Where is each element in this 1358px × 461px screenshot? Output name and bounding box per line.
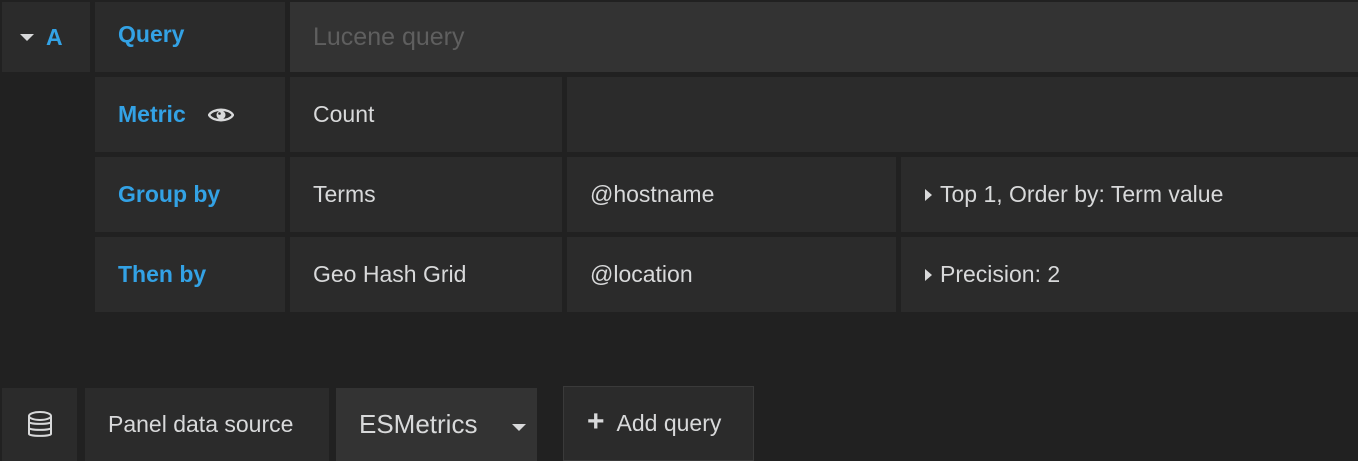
group-by-aggregation-value: Terms xyxy=(313,181,376,207)
query-editor: A Query Lucene query Metric Count Group … xyxy=(0,0,1358,461)
then-by-aggregation-select[interactable]: Geo Hash Grid xyxy=(290,237,562,312)
plus-icon: + xyxy=(587,404,605,438)
chevron-down-icon xyxy=(512,424,526,431)
datasource-selected-value: ESMetrics xyxy=(359,409,478,439)
metric-filler xyxy=(567,77,1358,152)
metric-type-select[interactable]: Count xyxy=(290,77,562,152)
group-by-field-value: @hostname xyxy=(590,181,715,207)
then-by-label: Then by xyxy=(118,261,207,287)
panel-data-source-label: Panel data source xyxy=(108,411,294,437)
caret-down-icon xyxy=(20,33,34,41)
query-ref-id: A xyxy=(46,23,63,50)
then-by-field-select[interactable]: @location xyxy=(567,237,896,312)
lucene-query-input[interactable]: Lucene query xyxy=(290,2,1358,72)
group-by-settings-text: Top 1, Order by: Term value xyxy=(940,181,1224,207)
panel-data-source-label-cell: Panel data source xyxy=(85,388,329,461)
query-collapse-toggle[interactable]: A xyxy=(2,2,90,72)
caret-right-icon xyxy=(925,189,932,201)
group-by-settings: Top 1, Order by: Term value xyxy=(901,181,1223,208)
group-by-label-cell: Group by xyxy=(95,157,285,232)
add-query-label: Add query xyxy=(616,410,722,436)
then-by-aggregation-value: Geo Hash Grid xyxy=(313,261,467,287)
then-by-settings: Precision: 2 xyxy=(901,261,1060,288)
metric-type-value: Count xyxy=(313,101,375,127)
then-by-field-value: @location xyxy=(590,261,693,287)
caret-right-icon xyxy=(925,269,932,281)
group-by-field-select[interactable]: @hostname xyxy=(567,157,896,232)
database-icon xyxy=(27,410,53,439)
query-label-cell: Query xyxy=(95,2,285,72)
add-query-button[interactable]: + Add query xyxy=(563,386,754,461)
group-by-aggregation-select[interactable]: Terms xyxy=(290,157,562,232)
metric-label-cell: Metric xyxy=(95,77,285,152)
group-by-label: Group by xyxy=(118,181,221,207)
metric-label: Metric xyxy=(118,101,186,127)
lucene-query-placeholder: Lucene query xyxy=(313,22,465,51)
then-by-label-cell: Then by xyxy=(95,237,285,312)
datasource-select[interactable]: ESMetrics xyxy=(336,388,537,461)
query-label: Query xyxy=(118,20,185,47)
then-by-settings-text: Precision: 2 xyxy=(940,261,1061,287)
group-by-settings-toggle[interactable]: Top 1, Order by: Term value xyxy=(901,157,1358,232)
datasource-icon-cell xyxy=(2,388,77,461)
then-by-settings-toggle[interactable]: Precision: 2 xyxy=(901,237,1358,312)
eye-icon[interactable] xyxy=(207,106,234,124)
